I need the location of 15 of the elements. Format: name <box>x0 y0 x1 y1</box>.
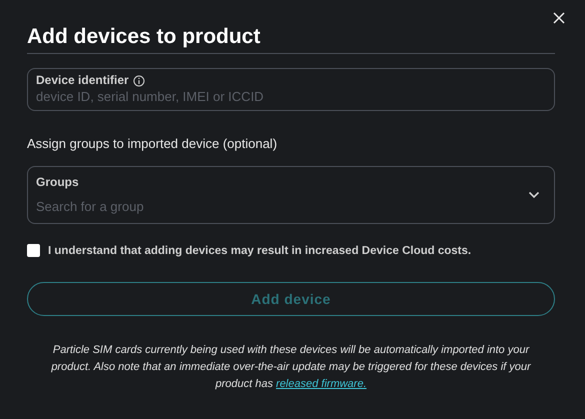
field-label: Groups <box>36 174 80 190</box>
section-heading: Assign groups to imported device (optional) <box>27 135 278 153</box>
checkbox[interactable] <box>27 244 40 257</box>
group-search-input[interactable]: Search for a group <box>36 198 528 216</box>
device-identifier-field[interactable]: Device identifier device ID, serial number, IMEI or ICCID <box>27 68 555 111</box>
groups-field[interactable]: Groups Search for a group <box>27 166 555 224</box>
released-firmware-link[interactable]: released firmware. <box>276 378 367 390</box>
field-label: Device identifier <box>36 73 129 88</box>
dialog-title: Add devices to product <box>27 24 262 50</box>
close-icon[interactable] <box>553 12 565 24</box>
note-text: Particle SIM cards currently being used with these devices will be automatically imported into your product. Also note that an immediate over-the-air update may be triggered for these devices if your product has released firmware. <box>50 343 532 392</box>
device-identifier-input[interactable]: device ID, serial number, IMEI or ICCID <box>36 88 546 106</box>
info-icon[interactable] <box>132 74 145 86</box>
chevron-down-icon[interactable] <box>528 191 540 199</box>
checkbox-label: I understand that adding devices may result in increased Device Cloud costs. <box>48 244 472 256</box>
